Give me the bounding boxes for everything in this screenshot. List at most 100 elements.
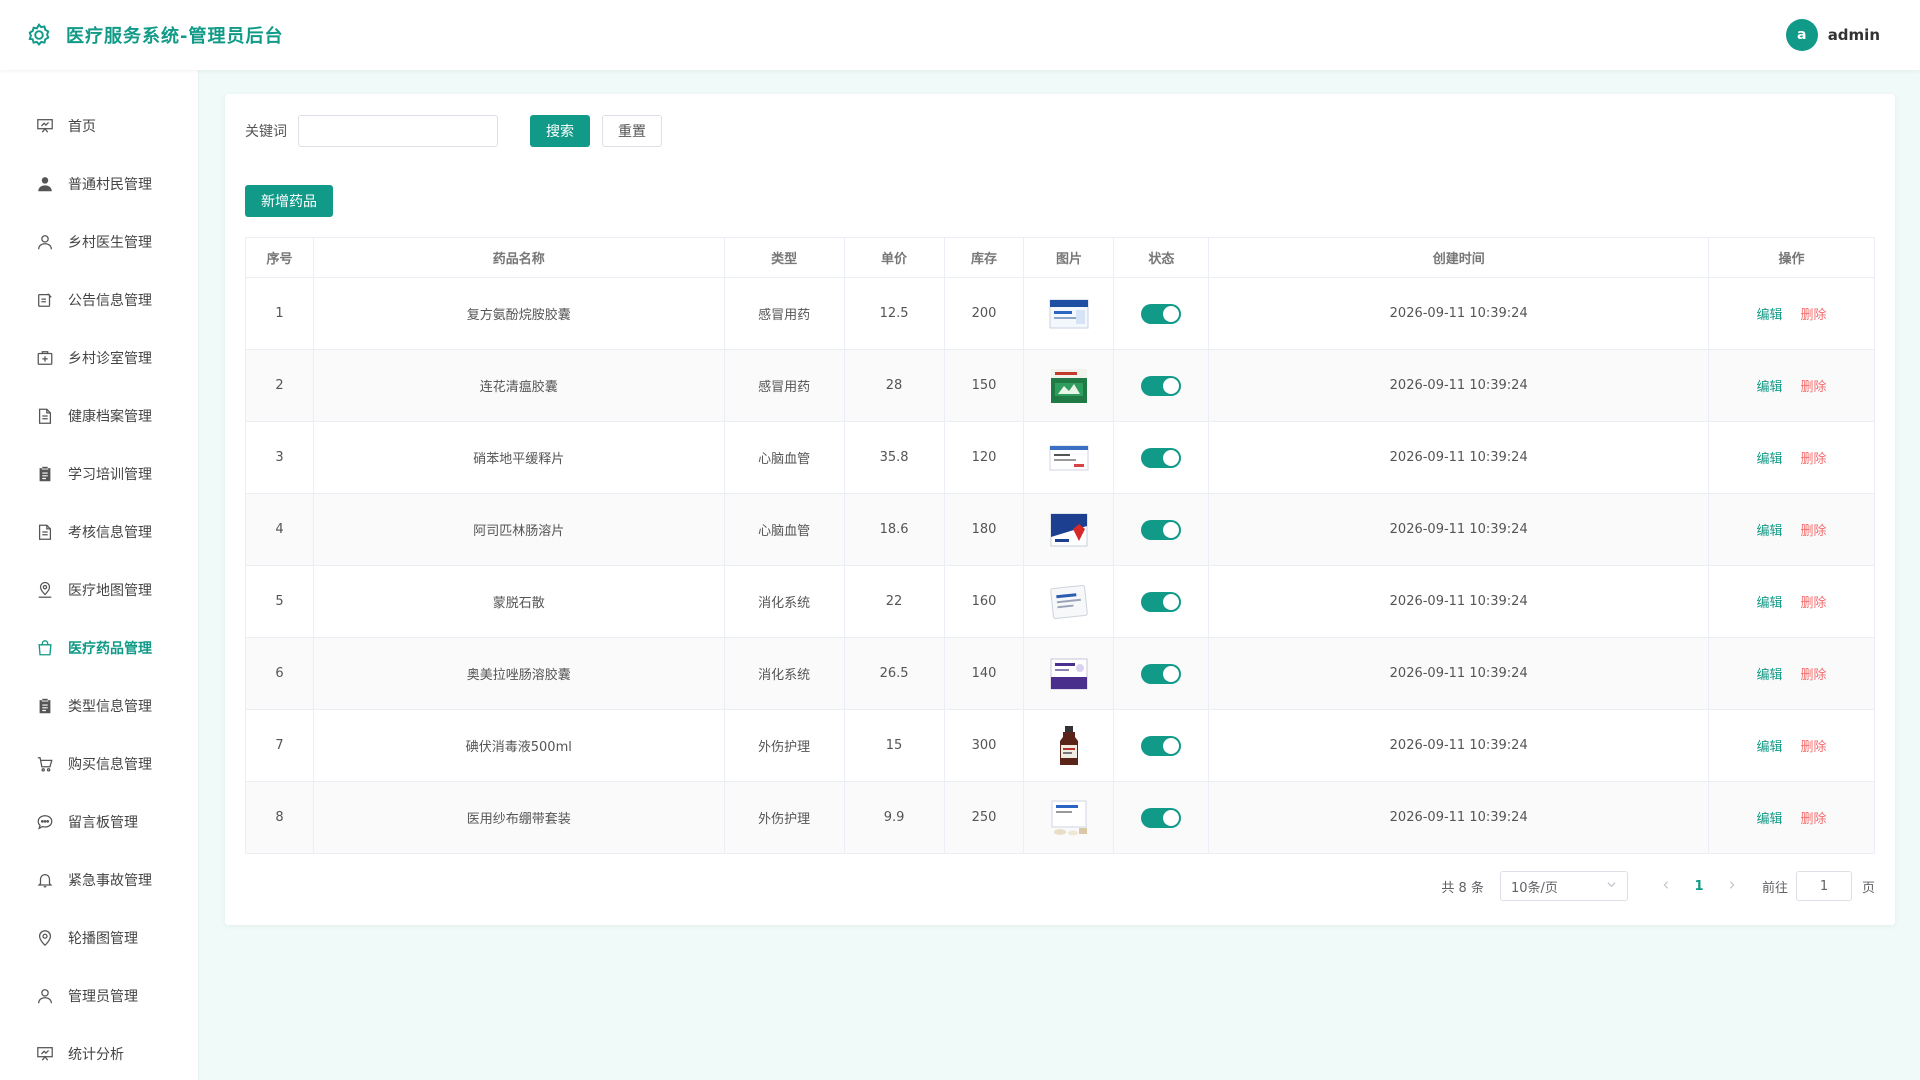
document-icon	[36, 407, 54, 425]
keyword-input[interactable]	[298, 115, 498, 147]
cell-created: 2026-09-11 10:39:24	[1208, 709, 1710, 782]
cell-image	[1023, 565, 1115, 638]
status-toggle[interactable]	[1141, 735, 1182, 756]
prev-page-icon[interactable]	[1650, 879, 1682, 894]
status-toggle[interactable]	[1141, 591, 1182, 612]
sidebar-item-12[interactable]: 留言板管理	[0, 793, 198, 851]
goto-label: 前往	[1761, 880, 1788, 896]
username[interactable]: admin	[1828, 26, 1880, 44]
cell-stock: 140	[943, 637, 1025, 710]
status-toggle[interactable]	[1141, 807, 1182, 828]
page-number-current[interactable]: 1	[1682, 879, 1716, 894]
delete-button[interactable]: 删除	[1801, 812, 1827, 827]
edit-button[interactable]: 编辑	[1757, 380, 1783, 395]
app-title: 医疗服务系统-管理员后台	[66, 26, 284, 47]
edit-button[interactable]: 编辑	[1757, 812, 1783, 827]
next-page-icon[interactable]	[1716, 879, 1748, 894]
cell-image	[1023, 349, 1115, 422]
sidebar-item-label: 留言板管理	[68, 815, 138, 831]
edit-button[interactable]: 编辑	[1757, 740, 1783, 755]
search-button[interactable]: 搜索	[530, 115, 590, 147]
sidebar-item-15[interactable]: 管理员管理	[0, 967, 198, 1025]
sidebar-item-3[interactable]: 公告信息管理	[0, 271, 198, 329]
status-toggle[interactable]	[1141, 447, 1182, 468]
status-toggle[interactable]	[1141, 303, 1182, 324]
sidebar-item-4[interactable]: 乡村诊室管理	[0, 329, 198, 387]
sidebar-item-2[interactable]: 乡村医生管理	[0, 213, 198, 271]
drug-image[interactable]	[1046, 507, 1092, 553]
sidebar-item-13[interactable]: 紧急事故管理	[0, 851, 198, 909]
sidebar-item-0[interactable]: 首页	[0, 97, 198, 155]
drug-image[interactable]	[1046, 435, 1092, 481]
sidebar-item-10[interactable]: 类型信息管理	[0, 677, 198, 735]
drug-image[interactable]	[1046, 651, 1092, 697]
avatar[interactable]: a	[1785, 19, 1818, 51]
clipboard-filled-icon	[36, 465, 54, 483]
user-menu[interactable]: a admin	[1785, 19, 1880, 51]
cell-stock: 300	[943, 709, 1025, 782]
sidebar-item-5[interactable]: 健康档案管理	[0, 387, 198, 445]
sidebar-item-14[interactable]: 轮播图管理	[0, 909, 198, 967]
delete-button[interactable]: 删除	[1801, 308, 1827, 323]
add-drug-button[interactable]: 新增药品	[245, 185, 333, 217]
edit-button[interactable]: 编辑	[1757, 596, 1783, 611]
drug-image[interactable]	[1046, 579, 1092, 625]
sidebar-item-11[interactable]: 购买信息管理	[0, 735, 198, 793]
goto-page-input[interactable]	[1795, 871, 1852, 901]
sidebar-item-label: 医疗地图管理	[68, 583, 152, 599]
cell-name: 医用纱布绷带套装	[312, 781, 725, 854]
presentation-icon	[36, 117, 54, 135]
presentation-icon	[36, 1045, 54, 1063]
sidebar-item-7[interactable]: 考核信息管理	[0, 503, 198, 561]
reset-button[interactable]: 重置	[602, 115, 662, 147]
header-price: 单价	[843, 237, 945, 278]
cell-type: 消化系统	[723, 637, 845, 710]
delete-button[interactable]: 删除	[1801, 452, 1827, 467]
cell-status	[1113, 709, 1210, 782]
drug-image[interactable]	[1046, 723, 1092, 769]
status-toggle[interactable]	[1141, 519, 1182, 540]
status-toggle[interactable]	[1141, 375, 1182, 396]
sidebar-item-label: 管理员管理	[68, 989, 138, 1005]
cell-status	[1113, 493, 1210, 566]
delete-button[interactable]: 删除	[1801, 668, 1827, 683]
sidebar-item-label: 统计分析	[68, 1047, 124, 1063]
bell-icon	[36, 871, 54, 889]
cell-name: 硝苯地平缓释片	[312, 421, 725, 494]
edit-button[interactable]: 编辑	[1757, 524, 1783, 539]
status-toggle[interactable]	[1141, 663, 1182, 684]
sidebar-item-16[interactable]: 统计分析	[0, 1025, 198, 1080]
edit-button[interactable]: 编辑	[1757, 668, 1783, 683]
header-image: 图片	[1023, 237, 1115, 278]
cell-type: 外伤护理	[723, 709, 845, 782]
sidebar-item-8[interactable]: 医疗地图管理	[0, 561, 198, 619]
sidebar-item-1[interactable]: 普通村民管理	[0, 155, 198, 213]
sidebar-item-6[interactable]: 学习培训管理	[0, 445, 198, 503]
edit-button[interactable]: 编辑	[1757, 452, 1783, 467]
drug-image[interactable]	[1046, 795, 1092, 841]
user-filled-icon	[36, 175, 54, 193]
edit-button[interactable]: 编辑	[1757, 308, 1783, 323]
delete-button[interactable]: 删除	[1801, 380, 1827, 395]
cell-created: 2026-09-11 10:39:24	[1208, 637, 1710, 710]
drug-image[interactable]	[1046, 363, 1092, 409]
user-icon	[36, 987, 54, 1005]
sidebar-item-label: 健康档案管理	[68, 409, 152, 425]
table-row: 1 复方氨酚烷胺胶囊 感冒用药 12.5 200 2026-09-11 10:39:24 编…	[245, 277, 1875, 350]
sidebar-item-label: 紧急事故管理	[68, 873, 152, 889]
cell-image	[1023, 493, 1115, 566]
delete-button[interactable]: 删除	[1801, 524, 1827, 539]
drug-image[interactable]	[1046, 291, 1092, 337]
cell-no: 2	[245, 349, 314, 422]
sidebar-item-9[interactable]: 医疗药品管理	[0, 619, 198, 677]
table-row: 2 连花清瘟胶囊 感冒用药 28 150 2026-09-11 10:39:24 编辑 删除	[245, 349, 1875, 422]
delete-button[interactable]: 删除	[1801, 740, 1827, 755]
delete-button[interactable]: 删除	[1801, 596, 1827, 611]
content-card: 关键词 搜索 重置 新增药品 序号 药品名称 类型 单价 库存 图片 状态 创建…	[225, 94, 1895, 925]
cell-actions: 编辑 删除	[1708, 565, 1875, 638]
page-size-select[interactable]: 10条/页	[1499, 871, 1628, 901]
header-name: 药品名称	[312, 237, 725, 278]
cell-name: 碘伏消毒液500ml	[312, 709, 725, 782]
cell-no: 1	[245, 277, 314, 350]
sidebar-item-label: 考核信息管理	[68, 525, 152, 541]
